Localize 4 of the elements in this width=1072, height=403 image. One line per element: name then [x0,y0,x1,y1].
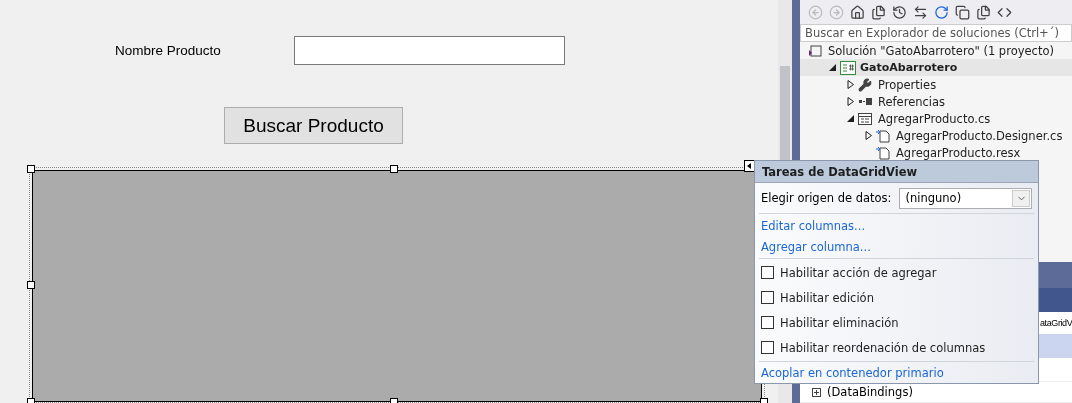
property-name: (DataBindings) [827,385,913,399]
panel-title: Tareas de DataGridView [755,161,1038,183]
source-label: Elegir origen de datos: [761,191,892,205]
field-label: Nombre Producto [115,42,222,58]
